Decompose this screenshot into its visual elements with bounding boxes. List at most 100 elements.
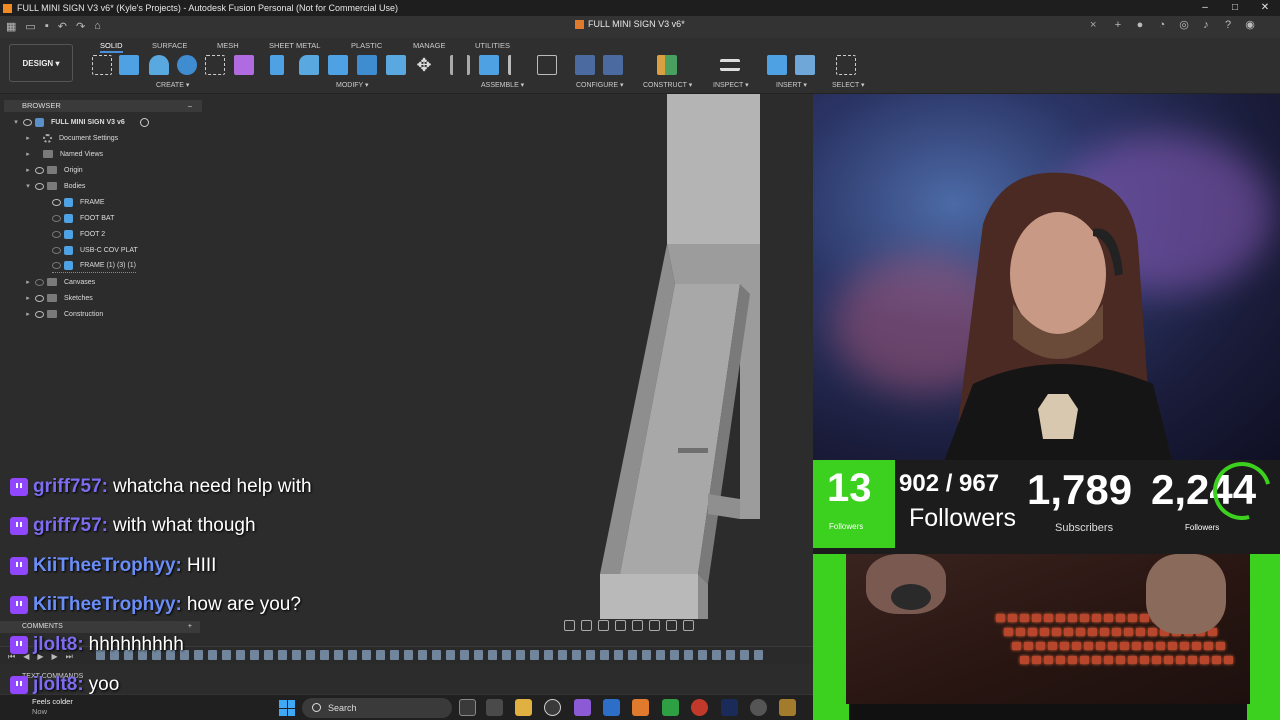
new-tab-icon[interactable]: + (1112, 19, 1124, 31)
offset-plane-icon[interactable] (657, 55, 677, 75)
obs-app-icon[interactable] (750, 699, 767, 716)
help-icon[interactable]: ? (1222, 19, 1234, 31)
hidden-eye-icon[interactable] (52, 230, 61, 238)
save-icon[interactable]: ▪ (45, 20, 49, 33)
insert-derive-icon[interactable] (767, 55, 787, 75)
create-menu[interactable]: CREATE ▾ (156, 81, 189, 89)
timeline-feature-marker[interactable] (670, 650, 679, 660)
taskbar-search[interactable]: Search (302, 698, 452, 718)
chevron-right-icon[interactable]: ▸ (24, 294, 32, 302)
visibility-eye-icon[interactable] (35, 182, 44, 190)
tree-item-body-frame-copy[interactable]: FRAME (1) (3) (1) (52, 259, 136, 273)
construct-menu[interactable]: CONSTRUCT ▾ (643, 81, 692, 89)
tree-item-canvases[interactable]: ▸ Canvases (24, 275, 95, 289)
grid-settings-icon[interactable] (666, 620, 677, 631)
game-app-icon[interactable] (779, 699, 796, 716)
measure-icon[interactable] (720, 59, 740, 71)
visual-studio-icon[interactable] (574, 699, 591, 716)
hidden-eye-icon[interactable] (52, 246, 61, 254)
fit-icon[interactable] (632, 620, 643, 631)
browser-header[interactable]: BROWSER – (4, 100, 202, 112)
combine-icon[interactable] (386, 55, 406, 75)
assemble-menu[interactable]: ASSEMBLE ▾ (481, 81, 524, 89)
tree-item-body-foot-2[interactable]: FOOT 2 (52, 227, 105, 241)
activate-component-icon[interactable] (139, 117, 149, 127)
chevron-right-icon[interactable]: ▸ (24, 278, 32, 286)
tree-item-document-settings[interactable]: ▸ Document Settings (24, 131, 118, 145)
visibility-eye-icon[interactable] (52, 198, 61, 206)
configure-menu[interactable]: CONFIGURE ▾ (576, 81, 623, 89)
chevron-right-icon[interactable]: ▸ (24, 150, 32, 158)
form-icon[interactable] (234, 55, 254, 75)
tree-root[interactable]: ▾ FULL MINI SIGN V3 v6 (12, 115, 149, 129)
timeline-feature-marker[interactable] (712, 650, 721, 660)
file-explorer-icon[interactable] (515, 699, 532, 716)
chevron-down-icon[interactable]: ▾ (12, 118, 20, 126)
configure-rule-icon[interactable] (603, 55, 623, 75)
chevron-right-icon[interactable]: ▸ (24, 166, 32, 174)
premiere-app-icon[interactable] (721, 699, 738, 716)
pattern-icon[interactable] (205, 55, 225, 75)
tree-item-named-views[interactable]: ▸ Named Views (24, 147, 103, 161)
task-view-icon[interactable] (459, 699, 476, 716)
insert-canvas-icon[interactable] (795, 55, 815, 75)
motion-link-icon[interactable] (537, 55, 557, 75)
sheets-app-icon[interactable] (662, 699, 679, 716)
hole-icon[interactable] (177, 55, 197, 75)
3d-model-sign-frame[interactable] (590, 94, 770, 624)
hidden-eye-icon[interactable] (52, 214, 61, 222)
configure-table-icon[interactable] (575, 55, 595, 75)
tab-surface[interactable]: SURFACE (152, 41, 187, 50)
visibility-eye-icon[interactable] (35, 310, 44, 318)
workspace-switcher[interactable]: DESIGN ▾ (9, 44, 73, 82)
hidden-eye-icon[interactable] (35, 278, 44, 286)
chevron-right-icon[interactable]: ▸ (24, 310, 32, 318)
timeline-feature-marker[interactable] (684, 650, 693, 660)
timeline-feature-marker[interactable] (642, 650, 651, 660)
tab-utilities[interactable]: UTILITIES (475, 41, 510, 50)
timeline-feature-marker[interactable] (740, 650, 749, 660)
move-copy-icon[interactable]: ✥ (414, 55, 434, 75)
new-sketch-icon[interactable] (92, 55, 112, 75)
visibility-eye-icon[interactable] (35, 294, 44, 302)
fillet-icon[interactable] (299, 55, 319, 75)
minimize-button[interactable]: – (1190, 0, 1220, 16)
unity-app-icon[interactable] (544, 699, 561, 716)
tree-item-body-usbc-cover-plate[interactable]: USB-C COV PLAT (52, 243, 138, 257)
tab-sheet-metal[interactable]: SHEET METAL (269, 41, 320, 50)
tree-item-bodies[interactable]: ▾ Bodies (24, 179, 85, 193)
viewports-icon[interactable] (683, 620, 694, 631)
calculator-app-icon[interactable] (486, 699, 503, 716)
revolve-icon[interactable] (149, 55, 169, 75)
extrude-icon[interactable] (119, 55, 139, 75)
hidden-eye-icon[interactable] (52, 262, 61, 269)
select-menu[interactable]: SELECT ▾ (832, 81, 865, 89)
maximize-button[interactable]: □ (1220, 0, 1250, 16)
new-component-icon[interactable] (479, 55, 499, 75)
weather-widget[interactable]: Feels colder Now (20, 695, 73, 717)
shell-icon[interactable] (357, 55, 377, 75)
insert-menu[interactable]: INSERT ▾ (776, 81, 807, 89)
timeline-feature-marker[interactable] (726, 650, 735, 660)
fusion-taskbar-icon[interactable] (632, 699, 649, 716)
joint-icon[interactable] (450, 55, 470, 75)
visibility-eye-icon[interactable] (23, 118, 32, 126)
user-avatar-icon[interactable]: ◉ (1244, 19, 1256, 31)
document-tab[interactable]: FULL MINI SIGN V3 v6* (575, 19, 685, 29)
window-select-icon[interactable] (836, 55, 856, 75)
close-window-button[interactable]: ✕ (1250, 0, 1280, 16)
zoom-icon[interactable] (615, 620, 626, 631)
tree-item-body-frame[interactable]: FRAME (52, 195, 105, 209)
chevron-right-icon[interactable]: ▸ (24, 134, 32, 142)
online-status-icon[interactable]: ◎ (1178, 19, 1190, 31)
tab-plastic[interactable]: PLASTIC (351, 41, 382, 50)
visibility-eye-icon[interactable] (35, 166, 44, 174)
close-tab-button[interactable]: × (1090, 19, 1096, 31)
tab-mesh[interactable]: MESH (217, 41, 239, 50)
redo-icon[interactable]: ↷ (76, 20, 85, 33)
tree-item-sketches[interactable]: ▸ Sketches (24, 291, 93, 305)
extensions-icon[interactable]: ● (1134, 19, 1146, 31)
browser-collapse-button[interactable]: – (188, 100, 192, 112)
inspect-menu[interactable]: INSPECT ▾ (713, 81, 749, 89)
tab-solid[interactable]: SOLID (100, 41, 123, 53)
